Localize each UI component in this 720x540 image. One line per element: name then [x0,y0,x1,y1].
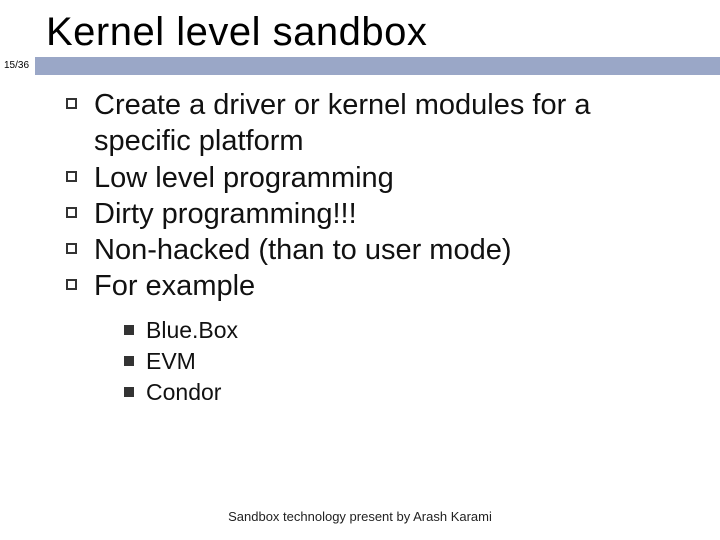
sub-bullet-list: Blue.Box EVM Condor [60,315,690,408]
page-indicator: 15/36 [0,57,35,75]
list-item: Dirty programming!!! [60,196,690,232]
list-item: Create a driver or kernel modules for a … [60,87,690,160]
list-item: Non-hacked (than to user mode) [60,232,690,268]
list-item: Blue.Box [124,315,690,346]
slide-title: Kernel level sandbox [0,0,720,57]
footer-text: Sandbox technology present by Arash Kara… [0,509,720,524]
list-item: Condor [124,377,690,408]
list-item: For example [60,268,690,304]
list-item: Low level programming [60,160,690,196]
bullet-list: Create a driver or kernel modules for a … [60,87,690,305]
list-item: EVM [124,346,690,377]
slide: Kernel level sandbox 15/36 Create a driv… [0,0,720,540]
stripe-fill [35,57,720,75]
accent-stripe: 15/36 [0,57,720,75]
content-area: Create a driver or kernel modules for a … [0,75,720,408]
